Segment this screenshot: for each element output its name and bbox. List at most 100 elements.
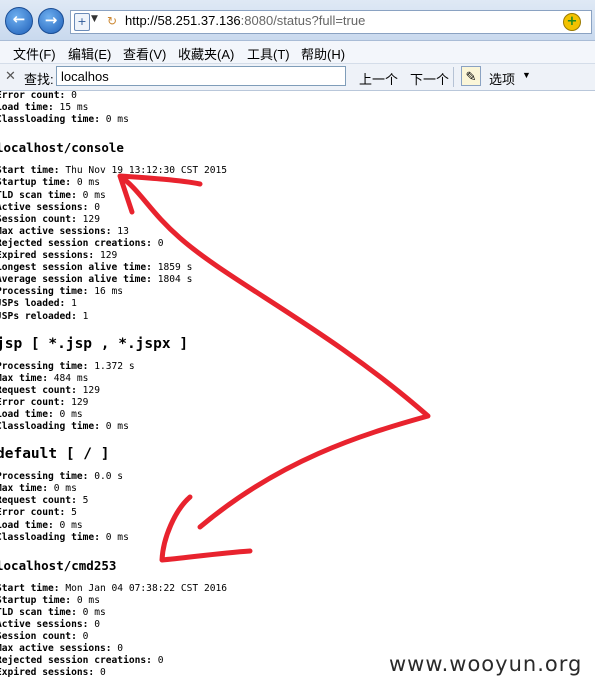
chevron-down-icon[interactable]: ▼ bbox=[522, 70, 531, 80]
stat-row: Error count: 0 bbox=[0, 90, 595, 102]
stat-label: Expired sessions: bbox=[0, 667, 95, 679]
url-path: :8080/status?full=true bbox=[240, 13, 366, 28]
stat-label: Classloading time: bbox=[0, 114, 100, 126]
stat-value: 129 bbox=[76, 384, 100, 396]
stat-row: Load time: 15 ms bbox=[0, 102, 595, 114]
stat-value: 0 ms bbox=[99, 531, 129, 543]
menu-help[interactable]: 帮助(H) bbox=[301, 44, 345, 63]
stat-row: Session count: 0 bbox=[0, 631, 595, 643]
stat-label: Start time: bbox=[0, 165, 60, 177]
stat-label: Classloading time: bbox=[0, 421, 100, 433]
favorites-add-icon[interactable]: + bbox=[563, 13, 581, 31]
stat-value: 0 bbox=[151, 237, 164, 249]
stat-row: Classloading time: 0 ms bbox=[0, 421, 595, 433]
menu-tools[interactable]: 工具(T) bbox=[247, 44, 290, 63]
stat-label: Session count: bbox=[0, 213, 77, 225]
stat-row: Request count: 5 bbox=[0, 495, 595, 507]
stat-label: Load time: bbox=[0, 408, 54, 420]
stat-label: Request count: bbox=[0, 384, 77, 396]
stat-value: 484 ms bbox=[47, 372, 89, 384]
stat-row: JSPs reloaded: 1 bbox=[0, 311, 595, 323]
stat-value: 0 bbox=[88, 201, 100, 213]
stat-row: Max time: 484 ms bbox=[0, 373, 595, 385]
stat-value: 129 bbox=[76, 213, 100, 225]
stat-value: 0 ms bbox=[71, 594, 100, 606]
stat-label: Error count: bbox=[0, 90, 66, 102]
context-stats: Start time: Thu Nov 19 13:12:30 CST 2015… bbox=[0, 165, 595, 322]
stat-value: 1859 s bbox=[151, 262, 193, 274]
context-title: localhost/console bbox=[0, 140, 124, 156]
stat-label: Rejected session creations: bbox=[0, 655, 152, 667]
stat-value: 0 ms bbox=[76, 606, 106, 618]
find-bar: ✕ 查找: 上一个 下一个 ✎ 选项 ▼ bbox=[0, 64, 595, 91]
find-options-button[interactable]: 选项 bbox=[489, 69, 515, 88]
stat-value: 0 ms bbox=[71, 177, 100, 189]
stat-value: 0 bbox=[65, 90, 77, 102]
stat-label: Startup time: bbox=[0, 177, 72, 189]
stat-label: Average session alive time: bbox=[0, 274, 152, 286]
stat-value: 0.0 s bbox=[88, 471, 124, 483]
servlet-stats: Processing time: 1.372 s Max time: 484 ms… bbox=[0, 361, 595, 434]
stat-label: Max time: bbox=[0, 372, 48, 384]
stat-label: Processing time: bbox=[0, 360, 89, 372]
stat-row: Classloading time: 0 ms bbox=[0, 114, 595, 126]
stat-value: 0 ms bbox=[99, 114, 129, 126]
stat-value: 0 bbox=[88, 619, 100, 630]
status-page: Request count: 0Error count: 0Load time:… bbox=[0, 90, 595, 679]
find-input[interactable] bbox=[56, 66, 346, 86]
find-next-button[interactable]: 下一个 bbox=[410, 69, 449, 88]
chevron-down-icon[interactable]: ▼ bbox=[91, 14, 98, 24]
servlet-title: default [ / ] bbox=[0, 446, 110, 463]
stat-label: TLD scan time: bbox=[0, 606, 77, 618]
stat-row: Load time: 0 ms bbox=[0, 409, 595, 421]
url-text[interactable]: http://58.251.37.136:8080/status?full=tr… bbox=[125, 13, 365, 28]
menu-favorites[interactable]: 收藏夹(A) bbox=[178, 44, 234, 63]
stat-value: 0 ms bbox=[76, 189, 106, 201]
url-field[interactable]: + ▼ ↻ http://58.251.37.136:8080/status?f… bbox=[70, 10, 592, 34]
stat-row: Start time: Mon Jan 04 07:38:22 CST 2016 bbox=[0, 583, 595, 595]
stat-row: Processing time: 16 ms bbox=[0, 286, 595, 298]
compat-view-icon[interactable]: + bbox=[74, 13, 90, 31]
stat-label: Processing time: bbox=[0, 286, 89, 298]
stat-label: Max active sessions: bbox=[0, 643, 112, 655]
stat-row: JSPs loaded: 1 bbox=[0, 298, 595, 310]
stat-label: JSPs reloaded: bbox=[0, 310, 77, 322]
stat-value: 129 bbox=[94, 250, 118, 262]
stat-value: 16 ms bbox=[88, 286, 124, 298]
highlight-pen-icon[interactable]: ✎ bbox=[461, 66, 481, 86]
close-icon[interactable]: ✕ bbox=[5, 68, 16, 84]
stat-label: TLD scan time: bbox=[0, 189, 77, 201]
stat-value: Mon Jan 04 07:38:22 CST 2016 bbox=[59, 582, 228, 594]
stat-row: Max active sessions: 13 bbox=[0, 226, 595, 238]
stat-label: JSPs loaded: bbox=[0, 298, 66, 310]
stat-value: 1804 s bbox=[151, 274, 193, 286]
stat-label: Longest session alive time: bbox=[0, 262, 152, 274]
stat-value: 0 ms bbox=[53, 408, 83, 420]
stat-row: Load time: 0 ms bbox=[0, 520, 595, 532]
stat-row: TLD scan time: 0 ms bbox=[0, 190, 595, 202]
page-content: Request count: 0Error count: 0Load time:… bbox=[0, 90, 595, 693]
servlet-title: jsp [ *.jsp , *.jspx ] bbox=[0, 335, 189, 352]
context-title: localhost/cmd253 bbox=[0, 557, 117, 573]
forward-icon[interactable]: → bbox=[38, 8, 64, 34]
stat-row: Active sessions: 0 bbox=[0, 202, 595, 214]
stat-value: 0 bbox=[151, 655, 164, 667]
stat-value: 1 bbox=[65, 298, 77, 310]
back-icon[interactable]: ← bbox=[5, 7, 33, 35]
find-previous-button[interactable]: 上一个 bbox=[359, 69, 398, 88]
stat-label: Session count: bbox=[0, 631, 77, 643]
stat-value: Thu Nov 19 13:12:30 CST 2015 bbox=[59, 165, 228, 177]
stat-row: Active sessions: 0 bbox=[0, 619, 595, 631]
stat-row: Longest session alive time: 1859 s bbox=[0, 262, 595, 274]
stat-row: Processing time: 0.0 s bbox=[0, 471, 595, 483]
stat-value: 0 bbox=[76, 631, 89, 643]
menu-file[interactable]: 文件(F) bbox=[13, 44, 56, 63]
stat-row: Session count: 129 bbox=[0, 214, 595, 226]
top-stats: Request count: 0Error count: 0Load time:… bbox=[0, 90, 595, 126]
menu-bar: 文件(F) 编辑(E) 查看(V) 收藏夹(A) 工具(T) 帮助(H) bbox=[0, 41, 595, 64]
stat-row: Request count: 129 bbox=[0, 385, 595, 397]
menu-view[interactable]: 查看(V) bbox=[123, 44, 166, 63]
stat-row: Start time: Thu Nov 19 13:12:30 CST 2015 bbox=[0, 165, 595, 177]
menu-edit[interactable]: 编辑(E) bbox=[68, 44, 111, 63]
find-label: 查找: bbox=[24, 72, 54, 87]
